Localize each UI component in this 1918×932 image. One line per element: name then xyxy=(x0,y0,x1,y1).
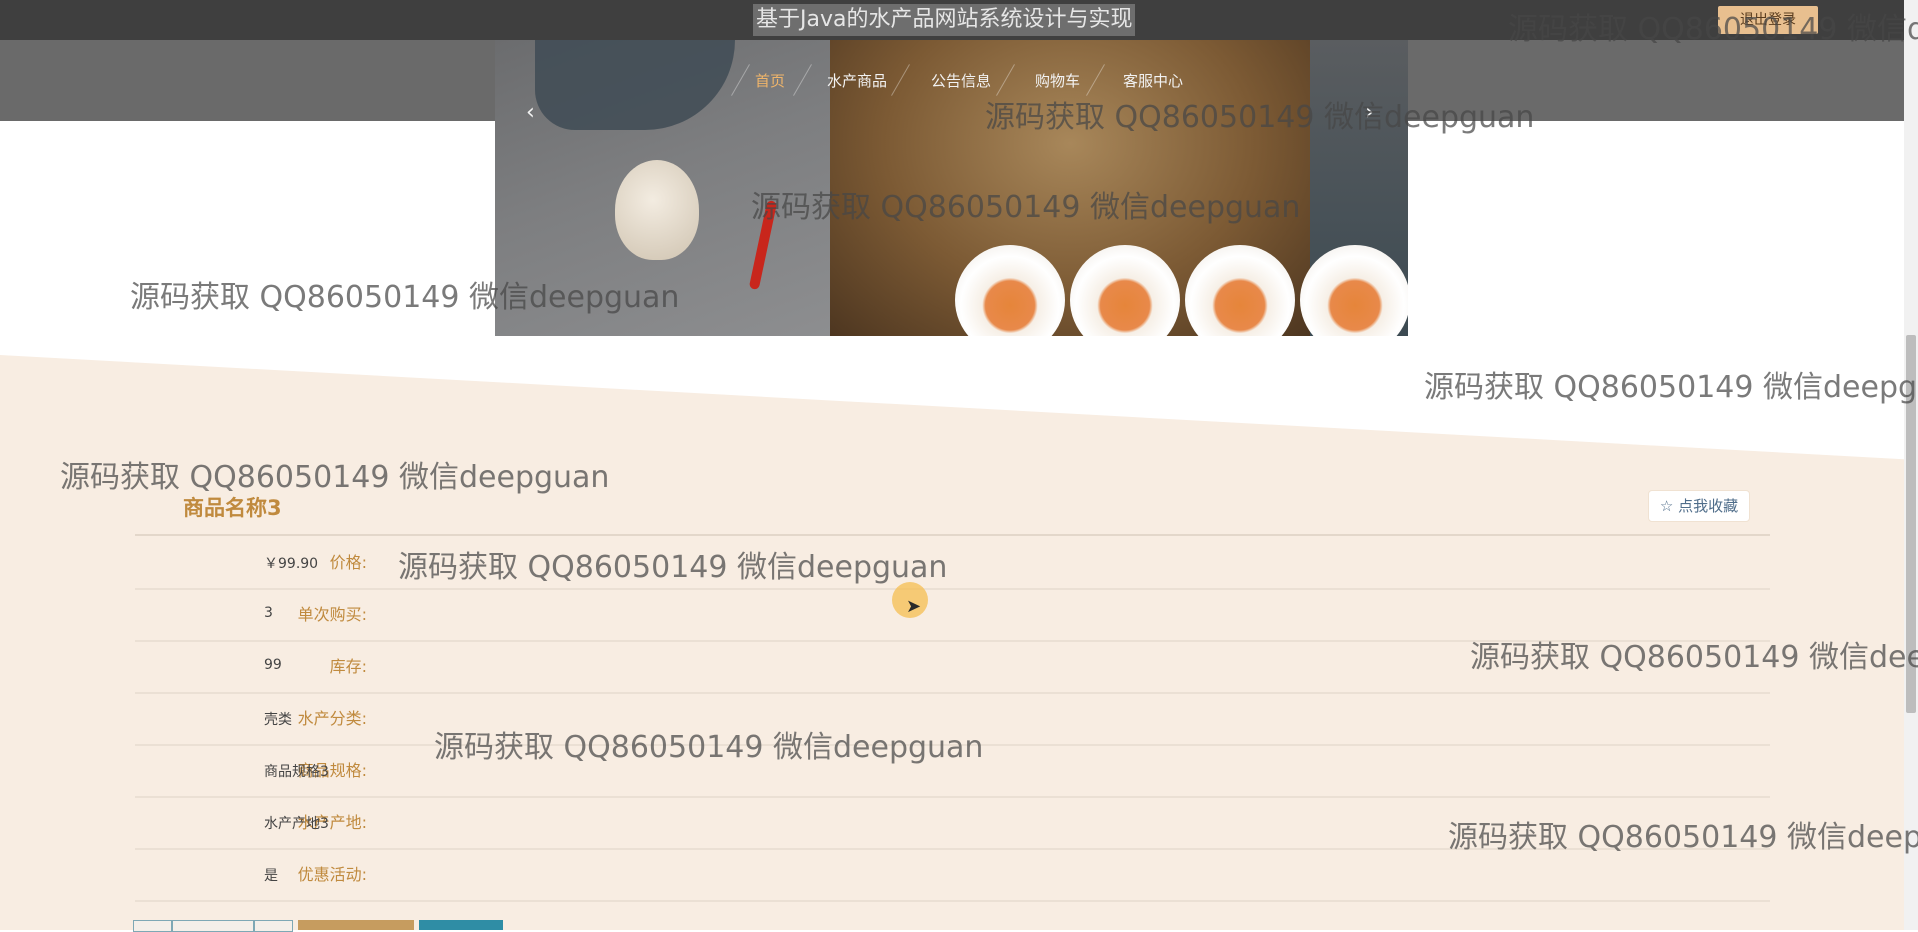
scrollbar-thumb[interactable] xyxy=(1906,335,1916,713)
detail-row-promotion: 优惠活动: 是 xyxy=(135,848,1770,902)
banner-garlic xyxy=(615,160,699,260)
favorite-button[interactable]: ☆ 点我收藏 xyxy=(1648,490,1750,522)
field-value: 商品规格3 xyxy=(264,764,329,780)
banner-next-arrow[interactable]: › xyxy=(1365,100,1374,125)
detail-row-spec: 商品规格: 商品规格3 xyxy=(135,744,1770,798)
buy-now-button[interactable] xyxy=(298,920,414,930)
detail-row-category: 水产分类: 壳类 xyxy=(135,692,1770,746)
product-title: 商品名称3 xyxy=(183,496,282,520)
nav-item-cart[interactable]: 购物车 xyxy=(1035,70,1080,91)
detail-row-stock: 库存: 99 xyxy=(135,640,1770,694)
field-label: 水产分类: xyxy=(297,709,367,728)
field-label: 优惠活动: xyxy=(297,865,367,884)
field-value: 是 xyxy=(264,868,278,884)
field-label: 价格: xyxy=(329,553,367,572)
field-label: 库存: xyxy=(329,657,367,676)
top-bar: 基于Java的水产品网站系统设计与实现 退出登录 xyxy=(0,0,1918,40)
detail-row-origin: 水产产地: 水产产地3 xyxy=(135,796,1770,850)
field-value: 3 xyxy=(264,605,273,621)
watermark: 源码获取 QQ86050149 微信deepguan xyxy=(1424,370,1918,405)
nav-item-service[interactable]: 客服中心 xyxy=(1123,70,1183,91)
logout-button[interactable]: 退出登录 xyxy=(1718,6,1818,34)
detail-row-price: 价格: ￥99.90 xyxy=(135,536,1770,590)
nav-item-notices[interactable]: 公告信息 xyxy=(931,70,991,91)
page-scrollbar[interactable] xyxy=(1904,0,1918,930)
nav-item-products[interactable]: 水产商品 xyxy=(827,70,887,91)
mouse-cursor-icon: ➤ xyxy=(906,596,922,617)
quantity-decrement-button[interactable] xyxy=(133,920,172,932)
site-title: 基于Java的水产品网站系统设计与实现 xyxy=(753,4,1136,36)
quantity-input[interactable] xyxy=(172,920,254,932)
nav-item-home[interactable]: 首页 xyxy=(755,70,785,91)
field-value: 壳类 xyxy=(264,712,292,728)
field-value: 99 xyxy=(264,657,282,673)
add-to-cart-button[interactable] xyxy=(419,920,503,930)
detail-row-quantity-per-order: 单次购买: 3 xyxy=(135,588,1770,642)
quantity-increment-button[interactable] xyxy=(254,920,293,932)
field-label: 单次购买: xyxy=(297,605,367,624)
banner-prev-arrow[interactable]: ‹ xyxy=(526,100,535,125)
field-value: 水产产地3 xyxy=(264,816,329,832)
field-value: ￥99.90 xyxy=(264,556,319,572)
